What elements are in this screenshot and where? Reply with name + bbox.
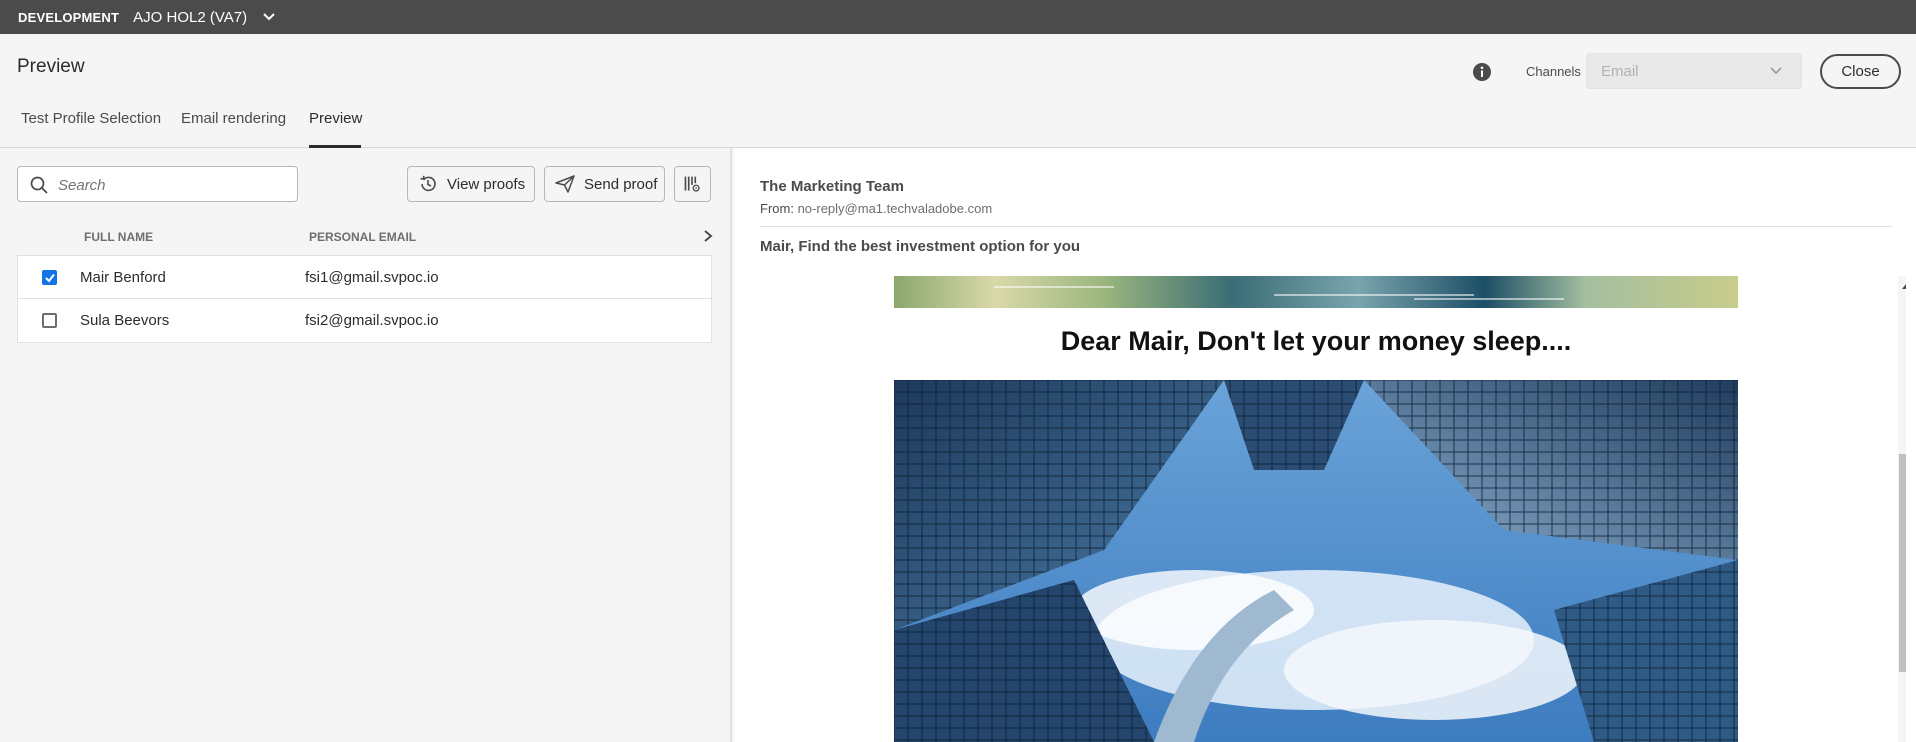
hero-image (894, 380, 1738, 742)
column-settings-button[interactable] (674, 166, 711, 202)
column-header-full-name[interactable]: FULL NAME (84, 230, 153, 244)
environment-label: DEVELOPMENT (18, 9, 120, 25)
cell-full-name: Sula Beevors (80, 312, 170, 329)
sender-name: The Marketing Team (760, 178, 904, 195)
table-row[interactable]: Sula Beevors fsi2@gmail.svpoc.io (18, 299, 711, 342)
divider (760, 226, 1892, 227)
banner-image (894, 276, 1738, 308)
view-proofs-label: View proofs (447, 175, 526, 193)
scroll-up-arrow-icon[interactable] (1901, 282, 1906, 290)
preview-header: Preview Channels Email Close Test Profil… (0, 34, 1916, 148)
sandbox-name[interactable]: AJO HOL2 (VA7) (133, 9, 247, 26)
view-proofs-button[interactable]: View proofs (407, 166, 535, 202)
channels-select-value: Email (1601, 63, 1639, 80)
tab-email-rendering[interactable]: Email rendering (181, 110, 286, 148)
checkmark-icon (45, 273, 55, 283)
send-proof-button[interactable]: Send proof (544, 166, 665, 202)
tab-preview[interactable]: Preview (309, 110, 362, 148)
email-headline: Dear Mair, Don't let your money sleep...… (1060, 326, 1572, 356)
from-label: From: (760, 201, 794, 216)
cell-personal-email: fsi1@gmail.svpoc.io (305, 269, 439, 286)
info-icon[interactable] (1472, 62, 1492, 82)
search-box[interactable] (17, 166, 298, 202)
profiles-table: Mair Benford fsi1@gmail.svpoc.io Sula Be… (17, 255, 712, 343)
email-preview-panel: The Marketing Team From: no-reply@ma1.te… (734, 148, 1916, 742)
send-icon (555, 175, 575, 193)
channels-label: Channels (1526, 64, 1581, 79)
page-title: Preview (17, 56, 85, 77)
from-address: no-reply@ma1.techvaladobe.com (797, 201, 993, 216)
send-proof-label: Send proof (584, 175, 658, 193)
email-body-frame[interactable]: Dear Mair, Don't let your money sleep...… (760, 276, 1906, 742)
column-header-personal-email[interactable]: PERSONAL EMAIL (309, 230, 416, 244)
email-subject: Mair, Find the best investment option fo… (760, 238, 1081, 255)
cell-full-name: Mair Benford (80, 269, 166, 286)
search-icon (30, 176, 48, 194)
profile-selection-panel: View proofs Send proof FULL NAME PERSONA… (0, 148, 732, 742)
history-icon (420, 175, 436, 192)
scrollbar-thumb[interactable] (1899, 454, 1906, 672)
chevron-down-icon (1770, 67, 1782, 75)
environment-bar: DEVELOPMENT AJO HOL2 (VA7) (0, 0, 1916, 34)
tab-test-profile-selection[interactable]: Test Profile Selection (21, 110, 161, 148)
chevron-down-icon[interactable] (261, 9, 277, 25)
close-button[interactable]: Close (1820, 54, 1901, 89)
column-settings-icon (684, 176, 700, 192)
cell-personal-email: fsi2@gmail.svpoc.io (305, 312, 439, 329)
table-row[interactable]: Mair Benford fsi1@gmail.svpoc.io (18, 256, 711, 299)
row-checkbox[interactable] (42, 313, 57, 328)
search-input[interactable] (58, 174, 288, 196)
chevron-right-icon[interactable] (701, 229, 715, 243)
channels-select[interactable]: Email (1586, 53, 1802, 89)
from-line: From: no-reply@ma1.techvaladobe.com (760, 201, 992, 216)
row-checkbox[interactable] (42, 270, 57, 285)
